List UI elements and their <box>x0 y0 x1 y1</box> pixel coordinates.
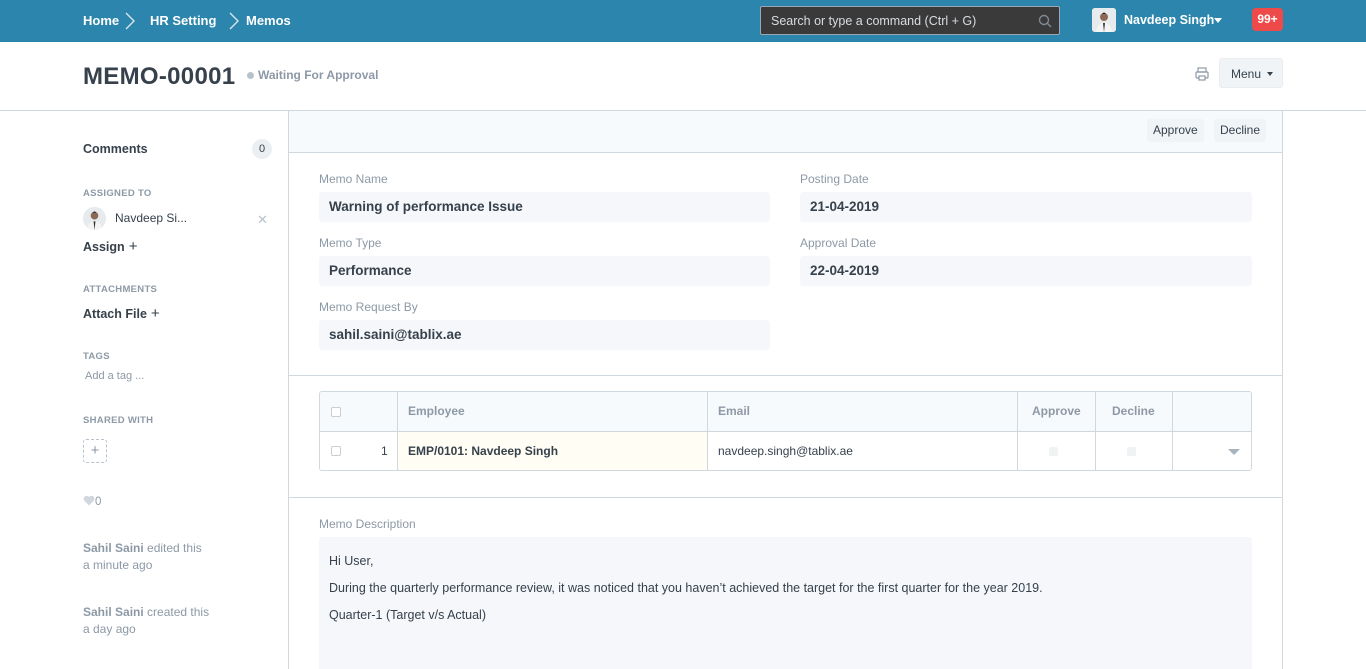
column-header: Decline <box>1112 404 1155 418</box>
breadcrumb-hr-setting[interactable]: HR Setting <box>150 13 216 28</box>
column-approve: Approve <box>1018 392 1096 431</box>
timeline-item: Sahil Saini edited this a minute ago <box>83 540 202 574</box>
approve-cell[interactable] <box>1018 432 1096 470</box>
description-label: Memo Description <box>319 517 416 531</box>
add-share-button[interactable]: + <box>83 439 107 463</box>
decline-button[interactable]: Decline <box>1214 119 1267 142</box>
timeline-item: Sahil Saini created this a day ago <box>83 604 209 638</box>
avatar <box>83 207 106 230</box>
table-header: Employee Email Approve Decline <box>320 392 1251 432</box>
row-select-cell: 1 <box>320 432 398 470</box>
table-row[interactable]: 1 EMP/0101: Navdeep Singh navdeep.singh@… <box>320 432 1251 470</box>
search-input[interactable]: Search or type a command (Ctrl + G) <box>760 6 1060 35</box>
memo-name-field[interactable]: Warning of performance Issue <box>319 192 770 222</box>
description-line: Hi User, <box>329 554 374 568</box>
decline-checkbox[interactable] <box>1127 447 1136 456</box>
approval-date-field[interactable]: 22-04-2019 <box>800 256 1252 286</box>
employee-cell[interactable]: EMP/0101: Navdeep Singh <box>398 432 708 470</box>
breadcrumb-memos[interactable]: Memos <box>246 13 291 28</box>
row-actions-cell[interactable] <box>1173 432 1251 470</box>
attach-file-button[interactable]: Attach File + <box>83 305 160 322</box>
description-line: Quarter-1 (Target v/s Actual) <box>329 608 487 622</box>
user-avatar-icon <box>1092 8 1116 32</box>
caret-down-icon <box>1267 72 1273 76</box>
plus-icon: + <box>128 238 138 255</box>
attach-file-label: Attach File <box>83 307 147 321</box>
assign-label: Assign <box>83 240 125 254</box>
posting-date-label: Posting Date <box>800 172 869 186</box>
request-by-label: Memo Request By <box>319 300 418 314</box>
breadcrumb-home[interactable]: Home <box>83 13 119 28</box>
navbar: Home HR Setting Memos Search or type a c… <box>0 0 1366 42</box>
heart-icon <box>83 495 95 506</box>
add-tag-input[interactable]: Add a tag ... <box>85 370 144 382</box>
timeline-action: edited this <box>147 541 202 555</box>
description-editor[interactable]: Hi User, During the quarterly performanc… <box>319 537 1252 669</box>
avatar[interactable] <box>1092 8 1116 32</box>
timeline-time: a day ago <box>83 622 136 636</box>
memo-type-label: Memo Type <box>319 236 382 250</box>
menu-label: Menu <box>1231 67 1262 81</box>
section-divider <box>289 497 1282 498</box>
approve-checkbox[interactable] <box>1049 447 1058 456</box>
column-header: Employee <box>408 404 465 418</box>
chevron-right-icon <box>229 12 239 30</box>
search-placeholder: Search or type a command (Ctrl + G) <box>771 14 977 28</box>
timeline-user[interactable]: Sahil Saini <box>83 605 144 619</box>
search-icon <box>1038 14 1052 28</box>
email-cell[interactable]: navdeep.singh@tablix.ae <box>708 432 1018 470</box>
attachments-label: ATTACHMENTS <box>83 284 158 295</box>
row-index: 1 <box>381 444 388 458</box>
timeline-time: a minute ago <box>83 558 153 572</box>
chevron-right-icon <box>125 12 135 30</box>
like-count: 0 <box>95 496 102 508</box>
assigned-to-label: ASSIGNED TO <box>83 188 152 199</box>
approve-button[interactable]: Approve <box>1147 119 1204 142</box>
column-email: Email <box>708 392 1018 431</box>
caret-down-icon[interactable] <box>1228 449 1240 455</box>
status-indicator-icon <box>247 72 254 79</box>
column-employee: Employee <box>398 392 708 431</box>
status-badge: Waiting For Approval <box>258 68 379 82</box>
form-toolbar: Approve Decline <box>289 111 1282 153</box>
row-checkbox[interactable] <box>331 446 341 456</box>
page-title: MEMO-00001 <box>83 63 236 90</box>
header-select-cell <box>320 392 398 431</box>
tags-label: TAGS <box>83 351 110 362</box>
approval-date-label: Approval Date <box>800 236 877 250</box>
posting-date-field[interactable]: 21-04-2019 <box>800 192 1252 222</box>
like-button[interactable]: 0 <box>83 495 101 508</box>
description-line: During the quarterly performance review,… <box>329 581 1043 595</box>
notifications-badge[interactable]: 99+ <box>1252 8 1283 31</box>
employee-table: Employee Email Approve Decline 1 EMP/010… <box>319 391 1252 471</box>
form-layout: Approve Decline Memo Name Warning of per… <box>288 111 1283 669</box>
email-value: navdeep.singh@tablix.ae <box>718 444 853 458</box>
decline-cell[interactable] <box>1096 432 1173 470</box>
menu-button[interactable]: Menu <box>1219 58 1283 88</box>
print-icon[interactable] <box>1194 66 1210 82</box>
user-menu[interactable]: Navdeep Singh <box>1124 13 1214 27</box>
page-head: MEMO-00001 Waiting For Approval Menu <box>0 42 1366 111</box>
plus-icon: + <box>150 305 160 322</box>
remove-assignee-icon[interactable]: ✕ <box>257 212 268 228</box>
memo-name-label: Memo Name <box>319 172 388 186</box>
memo-type-field[interactable]: Performance <box>319 256 770 286</box>
assigned-user: Navdeep Si... <box>115 211 188 225</box>
select-all-checkbox[interactable] <box>331 407 341 417</box>
assign-button[interactable]: Assign + <box>83 238 137 255</box>
timeline-action: created this <box>147 605 210 619</box>
caret-down-icon[interactable] <box>1214 18 1222 23</box>
user-avatar-icon <box>83 207 106 230</box>
column-decline: Decline <box>1096 392 1173 431</box>
column-header: Email <box>718 404 751 418</box>
shared-with-label: SHARED WITH <box>83 415 154 426</box>
timeline-user[interactable]: Sahil Saini <box>83 541 144 555</box>
section-divider <box>289 375 1282 376</box>
comments-count: 0 <box>252 139 272 159</box>
comments-link[interactable]: Comments <box>83 142 148 156</box>
request-by-field[interactable]: sahil.saini@tablix.ae <box>319 320 770 350</box>
column-header: Approve <box>1032 404 1081 418</box>
employee-value: EMP/0101: Navdeep Singh <box>408 444 559 458</box>
